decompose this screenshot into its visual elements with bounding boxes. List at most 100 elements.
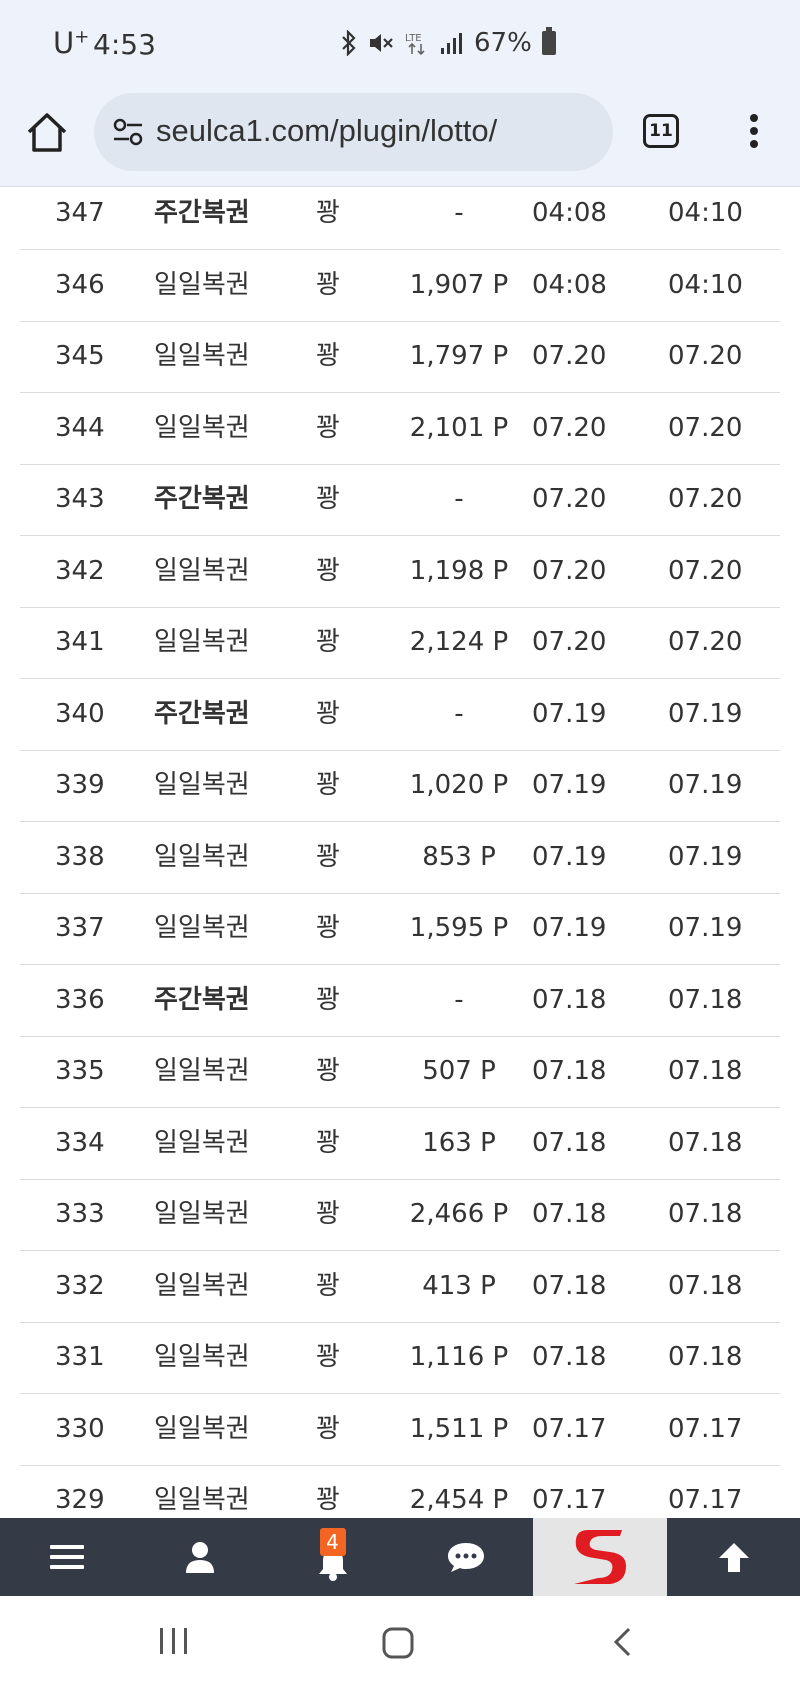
menu-button[interactable] — [0, 1518, 133, 1596]
result-label: 꽝 — [316, 484, 340, 514]
check-date: 07.18 — [668, 1270, 743, 1301]
bottom-nav: 4 — [0, 1518, 800, 1596]
system-back-icon[interactable] — [610, 1626, 634, 1658]
draw-date: 07.18 — [532, 1127, 607, 1158]
points-value: 1,797 P — [409, 341, 509, 371]
points-value: 2,124 P — [409, 627, 509, 657]
profile-button[interactable] — [133, 1518, 266, 1596]
recent-apps-icon[interactable] — [158, 1626, 190, 1656]
user-icon — [185, 1542, 214, 1573]
check-date: 07.20 — [668, 341, 743, 371]
check-date: 07.19 — [668, 770, 743, 800]
points-value: 507 P — [422, 1056, 496, 1086]
entry-number: 340 — [55, 698, 105, 729]
result-label: 꽝 — [316, 412, 340, 443]
check-date: 07.20 — [668, 412, 743, 443]
home-icon[interactable] — [24, 110, 70, 156]
entry-number: 338 — [55, 841, 105, 872]
check-date: 07.18 — [668, 1199, 743, 1229]
points-value: 1,595 P — [409, 913, 509, 943]
entry-number: 332 — [55, 1270, 105, 1301]
table-row: 338 일일복권 꽝 853 P 07.19 07.19 — [20, 822, 780, 894]
draw-date: 07.19 — [532, 770, 607, 800]
site-logo — [574, 1530, 626, 1584]
check-date: 07.20 — [668, 484, 743, 514]
table-row: 343 주간복권 꽝 - 07.20 07.20 — [20, 464, 780, 536]
table-row: 335 일일복권 꽝 507 P 07.18 07.18 — [20, 1036, 780, 1108]
table-row: 340 주간복권 꽝 - 07.19 07.19 — [20, 679, 780, 751]
check-date: 07.18 — [668, 1056, 743, 1086]
entry-number: 347 — [55, 198, 105, 228]
check-date: 07.17 — [668, 1485, 743, 1515]
points-value: - — [454, 698, 464, 729]
system-home-icon[interactable] — [381, 1626, 415, 1660]
draw-date: 04:08 — [532, 269, 607, 300]
entry-number: 333 — [55, 1199, 105, 1229]
result-label: 꽝 — [316, 1199, 340, 1229]
draw-date: 07.20 — [532, 555, 607, 586]
result-label: 꽝 — [316, 1485, 340, 1515]
draw-date: 07.20 — [532, 412, 607, 443]
lottery-type: 일일복권 — [154, 341, 250, 371]
more-options-icon[interactable] — [744, 114, 764, 154]
points-value: - — [454, 984, 464, 1015]
draw-date: 07.17 — [532, 1413, 607, 1444]
address-bar[interactable]: seulca1.com/plugin/lotto/ — [94, 93, 613, 171]
notifications-button[interactable]: 4 — [266, 1518, 399, 1596]
lottery-type: 일일복권 — [154, 1413, 250, 1444]
svg-text:LTE: LTE — [405, 33, 422, 44]
result-label: 꽝 — [316, 984, 340, 1015]
lotto-history-table: 347 주간복권 꽝 -04:08 04:10 346 일일복권 꽝 1,907 P 04:08 0… — [0, 187, 800, 1518]
battery-percent: 67% — [474, 28, 532, 58]
result-label: 꽝 — [316, 698, 340, 729]
chat-button[interactable] — [399, 1518, 533, 1596]
result-label: 꽝 — [316, 269, 340, 300]
check-date: 07.17 — [668, 1413, 743, 1444]
site-logo-button[interactable] — [533, 1518, 667, 1596]
entry-number: 334 — [55, 1127, 105, 1158]
table-row: 331 일일복권 꽝 1,116 P 07.18 07.18 — [20, 1322, 780, 1394]
lottery-type: 주간복권 — [154, 984, 250, 1015]
lottery-type: 일일복권 — [154, 1342, 250, 1372]
draw-date: 07.18 — [532, 1270, 607, 1301]
status-bar: U+ 4:53 LTE 67% — [0, 0, 800, 90]
carrier-label: U+ — [53, 26, 90, 60]
entry-number: 330 — [55, 1413, 105, 1444]
draw-date: 07.18 — [532, 1056, 607, 1086]
points-value: - — [454, 484, 464, 514]
result-label: 꽝 — [316, 341, 340, 371]
draw-date: 07.18 — [532, 1199, 607, 1229]
scroll-top-button[interactable] — [667, 1518, 800, 1596]
lte-icon: LTE — [405, 33, 425, 56]
draw-date: 07.18 — [532, 1342, 607, 1372]
tab-switcher-button[interactable]: 11 — [643, 114, 679, 148]
arrow-up-icon — [718, 1543, 749, 1572]
table-row: 333 일일복권 꽝 2,466 P 07.18 07.18 — [20, 1179, 780, 1251]
mute-icon — [370, 34, 393, 52]
lottery-type: 일일복권 — [154, 770, 250, 800]
lottery-type: 일일복권 — [154, 412, 250, 443]
chat-icon — [448, 1543, 484, 1572]
url-text: seulca1.com/plugin/lotto/ — [156, 113, 498, 148]
check-date: 07.19 — [668, 841, 743, 872]
entry-number: 342 — [55, 555, 105, 586]
lottery-type: 일일복권 — [154, 913, 250, 943]
points-value: 1,116 P — [409, 1342, 509, 1372]
entry-number: 336 — [55, 984, 105, 1015]
result-label: 꽝 — [316, 913, 340, 943]
result-label: 꽝 — [316, 1270, 340, 1301]
result-label: 꽝 — [316, 1056, 340, 1086]
result-label: 꽝 — [316, 198, 340, 228]
check-date: 07.20 — [668, 627, 743, 657]
notification-badge: 4 — [319, 1528, 346, 1556]
points-value: 413 P — [422, 1270, 496, 1301]
site-settings-icon[interactable] — [112, 117, 144, 147]
table-row: 341 일일복권 꽝 2,124 P 07.20 07.20 — [20, 607, 780, 679]
table-row: 347 주간복권 꽝 - 04:08 04:10 — [20, 187, 780, 250]
result-label: 꽝 — [316, 555, 340, 586]
check-date: 07.18 — [668, 1342, 743, 1372]
check-date: 07.18 — [668, 984, 743, 1015]
status-time: 4:53 — [93, 28, 156, 61]
lottery-type: 일일복권 — [154, 1270, 250, 1301]
table-row: 342 일일복권 꽝 1,198 P 07.20 07.20 — [20, 536, 780, 608]
